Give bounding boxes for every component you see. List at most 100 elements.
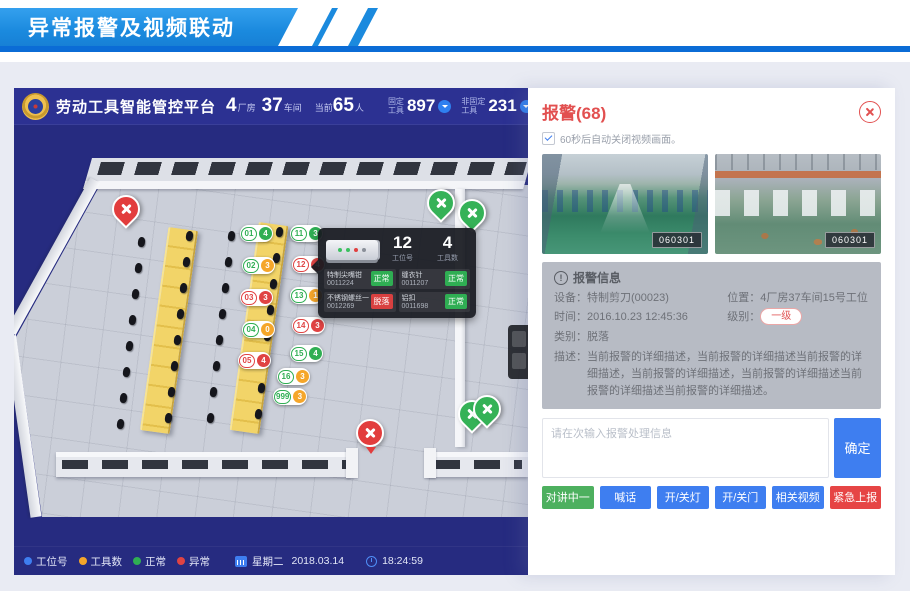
station-badge[interactable]: 9993 <box>273 388 307 405</box>
station-badge[interactable]: 154 <box>290 345 323 362</box>
tooltip-toolcount: 4 工具数 <box>425 234 470 263</box>
tool-item: 铝扣0011698 正常 <box>399 292 471 312</box>
current-value: 65 <box>333 95 354 117</box>
station-number: 04 <box>243 323 259 337</box>
tool-count: 4 <box>257 354 270 367</box>
wall-top <box>83 158 528 189</box>
alarm-info-box: ! 报警信息 设备：特制剪刀(00023) 位置：4厂房37车间15号工位 时间… <box>542 262 881 409</box>
current-label: 当前 <box>315 101 333 114</box>
tool-name: 特制尖嘴钳 <box>327 271 362 280</box>
tool-stat: 固定工具897 <box>388 96 451 116</box>
chevron-down-icon[interactable] <box>520 100 528 113</box>
tool-status-chip: 脱落 <box>371 294 393 309</box>
description-row: 描述： 当前报警的详细描述，当前报警的详细描述当前报警的详细描述，当前报警的详细… <box>554 349 869 400</box>
tool-status-chip: 正常 <box>445 294 467 309</box>
handle-input-row: 确定 <box>542 418 881 478</box>
tool-count: 3 <box>311 319 324 332</box>
stat-value: 37 <box>262 95 283 117</box>
action-button-3[interactable]: 开/关灯 <box>657 486 709 509</box>
tooltip-station: 12 工位号 <box>380 234 425 263</box>
status-bar: 工位号工具数正常异常 星期二 2018.03.14 18:24:59 <box>14 546 528 575</box>
station-badge[interactable]: 054 <box>238 352 271 369</box>
tool-count: 3 <box>296 370 309 383</box>
alarm-info-header: ! 报警信息 <box>554 269 869 286</box>
time-value: 2016.10.23 12:45:36 <box>587 311 688 323</box>
video-thumb[interactable]: 060301 <box>542 154 708 254</box>
page-banner-title: 异常报警及视频联动 <box>0 12 235 42</box>
station-number: 13 <box>291 289 307 303</box>
tool-stat-label: 固定工具 <box>388 97 404 115</box>
level-row: 级别：一级 <box>727 308 869 327</box>
calendar-icon <box>235 556 247 567</box>
action-button-4[interactable]: 开/关门 <box>715 486 767 509</box>
tool-id: 0011698 <box>402 303 429 310</box>
tool-item: 缝衣针0011207 正常 <box>399 269 471 289</box>
station-number: 14 <box>293 319 309 333</box>
stat-workshops: 37 车间 <box>262 95 302 117</box>
tooltip-items: 特制尖嘴钳0011224正常缝衣针0011207正常不锈钢螺丝一0012269脱… <box>324 269 470 312</box>
action-button-6[interactable]: 紧急上报 <box>830 486 882 509</box>
action-button-5[interactable]: 相关视频 <box>772 486 824 509</box>
station-badge[interactable]: 040 <box>242 321 275 338</box>
page-banner: 异常报警及视频联动 <box>0 8 300 46</box>
station-tooltip: 12 工位号 4 工具数 特制尖嘴钳0011224正常缝衣针0011207正常不… <box>318 228 476 318</box>
station-number: 15 <box>291 347 307 361</box>
device-label: 设备： <box>554 292 587 304</box>
dashboard-header: 劳动工具智能管控平台 4 厂房 37 车间 当前 65 人 固定工具897非固定… <box>14 88 528 125</box>
station-badge[interactable]: 143 <box>292 317 325 334</box>
confirm-button[interactable]: 确定 <box>834 418 881 478</box>
tool-count-value: 4 <box>425 234 470 253</box>
action-button-2[interactable]: 喊话 <box>600 486 652 509</box>
tool-count: 4 <box>259 227 272 240</box>
station-number-label: 工位号 <box>380 253 425 263</box>
platform-logo <box>22 93 49 120</box>
wall-bottom <box>428 452 528 477</box>
tool-count-label: 工具数 <box>425 253 470 263</box>
station-badge[interactable]: 014 <box>240 225 273 242</box>
tool-count: 3 <box>259 291 272 304</box>
alarm-header: 报警(68) <box>542 88 881 124</box>
tool-info: 缝衣针0011207 <box>402 271 429 287</box>
crossed-tools-icon <box>429 191 453 215</box>
tooltip-header: 12 工位号 4 工具数 <box>324 234 470 263</box>
tool-item: 不锈钢螺丝一0012269脱落 <box>324 292 396 312</box>
legend-dot <box>79 557 87 565</box>
video-thumb[interactable]: 060301 <box>715 154 881 254</box>
station-badge[interactable]: 163 <box>277 368 310 385</box>
alarm-info-title: 报警信息 <box>573 269 621 286</box>
station-number: 12 <box>293 258 309 272</box>
device-row: 设备：特制剪刀(00023) <box>554 289 727 308</box>
alarm-handle-input[interactable] <box>542 418 829 478</box>
stat-unit: 车间 <box>284 101 302 114</box>
door-post <box>424 448 436 478</box>
map-pin-red-round[interactable] <box>356 419 384 447</box>
station-number: 999 <box>274 390 291 404</box>
crossed-tools-icon <box>475 397 499 421</box>
station-badge[interactable]: 023 <box>242 257 275 274</box>
tool-name: 缝衣针 <box>402 271 429 280</box>
tool-info: 铝扣0011698 <box>402 294 429 310</box>
screen: 异常报警及视频联动 劳动工具智能管控平台 4 厂房 37 车间 当前 65 人 … <box>0 0 910 591</box>
tool-stat-value: 897 <box>407 96 435 116</box>
action-button-1[interactable]: 对讲中一 <box>542 486 594 509</box>
description-value: 当前报警的详细描述，当前报警的详细描述当前报警的详细描述，当前报警的详细描述，当… <box>587 349 869 400</box>
device-value: 特制剪刀(00023) <box>587 292 669 304</box>
tool-info: 特制尖嘴钳0011224 <box>327 271 362 287</box>
platform-title: 劳动工具智能管控平台 <box>56 96 216 117</box>
legend-item: 工具数 <box>79 554 123 569</box>
tool-status-chip: 正常 <box>445 271 467 286</box>
auto-close-checkbox[interactable] <box>542 132 555 145</box>
tool-stat: 非固定工具231 <box>461 96 528 116</box>
door-post <box>346 448 358 478</box>
close-icon[interactable] <box>859 101 881 123</box>
chevron-down-icon[interactable] <box>438 100 451 113</box>
stat-current-people: 当前 65 人 <box>314 95 364 117</box>
station-badge[interactable]: 033 <box>240 289 273 306</box>
station-number: 16 <box>278 370 294 384</box>
dashboard-panel: 劳动工具智能管控平台 4 厂房 37 车间 当前 65 人 固定工具897非固定… <box>14 88 528 575</box>
clock-icon <box>366 556 377 567</box>
category-value: 脱落 <box>587 331 609 343</box>
header-tool-stats: 固定工具897非固定工具231非固定工具领用74 <box>378 96 528 116</box>
tool-box-image <box>326 240 378 260</box>
tool-count: 3 <box>261 259 274 272</box>
